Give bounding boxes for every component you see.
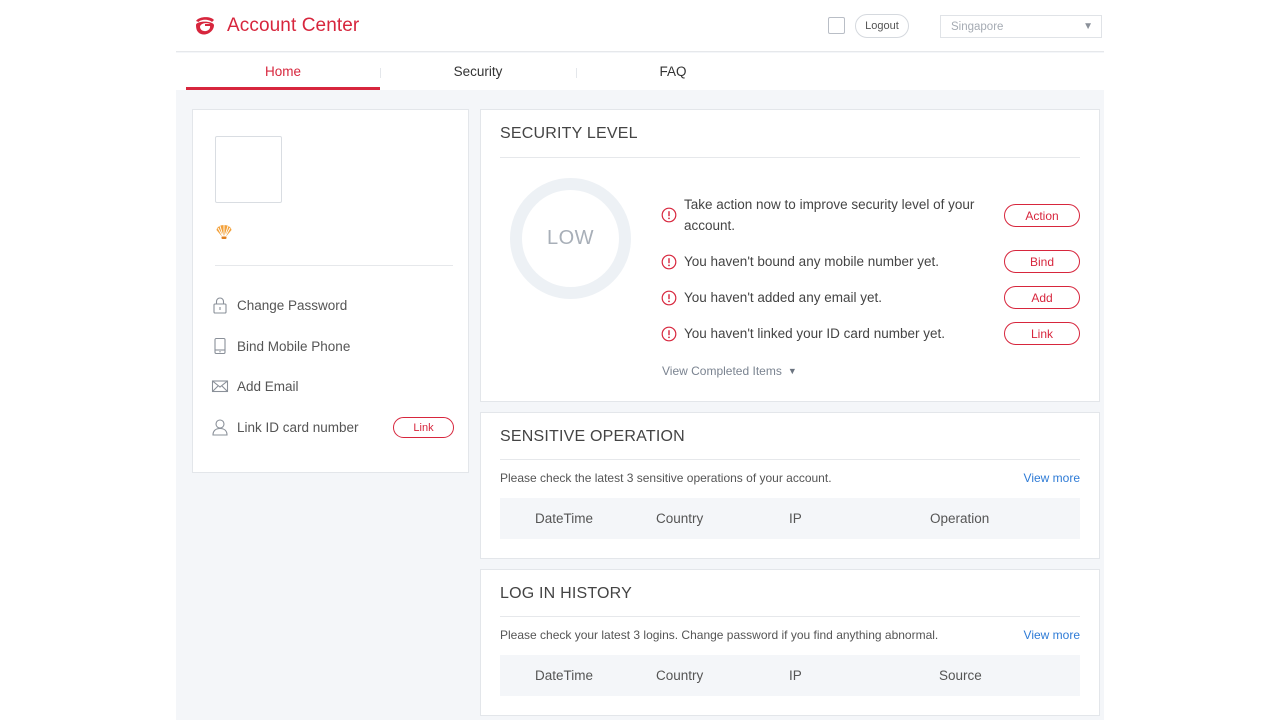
column-header: DateTime [535,668,594,683]
divider [215,265,453,266]
security-item: You haven't linked your ID card number y… [661,322,1081,346]
view-more-link[interactable]: View more [1024,628,1080,642]
column-header: IP [789,668,802,683]
sidebar-item-label: Change Password [237,297,348,313]
user-icon [212,419,228,436]
mobile-phone-icon [214,337,226,355]
profile-card: Change Password Bind Mobile Phone Add Em… [192,109,469,473]
column-header: Country [656,511,704,526]
action-button[interactable]: Action [1004,204,1080,227]
security-item: You haven't added any email yet. Add [661,286,1081,310]
divider [500,157,1080,158]
security-item-text: You haven't linked your ID card number y… [684,326,945,341]
column-header: DateTime [535,511,594,526]
column-header: Source [939,668,982,683]
security-item: You haven't bound any mobile number yet.… [661,250,1081,274]
avatar[interactable] [215,136,282,203]
warning-icon [661,290,677,306]
main-nav: Home Security FAQ [176,53,1104,90]
security-item-text: Take action now to improve security leve… [684,197,975,233]
security-item-text: You haven't bound any mobile number yet. [684,254,940,269]
security-item: Take action now to improve security leve… [661,194,1081,238]
view-completed-label: View Completed Items [662,364,782,378]
section-subtitle: Please check your latest 3 logins. Chang… [500,628,939,642]
divider [500,616,1080,617]
sidebar-item-link-id-card[interactable]: Link ID card number [211,416,359,438]
sidebar-item-label: Bind Mobile Phone [237,338,351,354]
link-id-button[interactable]: Link [393,417,454,438]
column-header: Operation [930,511,990,526]
add-button[interactable]: Add [1004,286,1080,309]
login-history-card: LOG IN HISTORY Please check your latest … [480,569,1100,716]
warning-icon [661,326,677,342]
section-title: LOG IN HISTORY [500,585,633,602]
envelope-icon [211,380,229,393]
brand-title: Account Center [227,15,360,36]
table-header: DateTime Country IP Source [500,655,1080,696]
security-level-gauge: LOW [510,178,631,299]
shell-icon [216,225,232,240]
section-title: SENSITIVE OPERATION [500,428,685,445]
view-completed-items-toggle[interactable]: View Completed Items ▼ [662,364,797,378]
column-header: Country [656,668,704,683]
sidebar-item-add-email[interactable]: Add Email [211,375,299,397]
top-header: Account Center Logout Singapore ▼ [176,0,1104,52]
garena-logo-icon [190,11,220,41]
bind-button[interactable]: Bind [1004,250,1080,273]
tab-faq[interactable]: FAQ [576,53,770,90]
lock-icon [213,297,227,314]
caret-down-icon: ▼ [787,366,797,376]
sensitive-operation-card: SENSITIVE OPERATION Please check the lat… [480,412,1100,559]
chevron-down-icon: ▼ [1083,21,1093,32]
tab-home[interactable]: Home [186,53,380,90]
sidebar-item-change-password[interactable]: Change Password [211,294,347,316]
region-value: Singapore [951,20,1004,33]
divider [500,459,1080,460]
sidebar-item-label: Add Email [237,378,299,394]
tab-security[interactable]: Security [381,53,575,90]
security-item-text: You haven't added any email yet. [684,290,882,305]
view-more-link[interactable]: View more [1024,471,1080,485]
section-subtitle: Please check the latest 3 sensitive oper… [500,471,832,485]
table-header: DateTime Country IP Operation [500,498,1080,539]
header-checkbox[interactable] [828,17,845,34]
brand[interactable]: Account Center [190,11,359,41]
sidebar-item-bind-mobile-phone[interactable]: Bind Mobile Phone [211,335,350,357]
sidebar-item-label: Link ID card number [237,419,359,435]
logout-button[interactable]: Logout [855,14,909,38]
region-select[interactable]: Singapore ▼ [940,15,1102,38]
security-level-card: SECURITY LEVEL LOW Take action now to im… [480,109,1100,402]
warning-icon [661,207,677,223]
section-title: SECURITY LEVEL [500,125,638,142]
column-header: IP [789,511,802,526]
security-level-value: LOW [546,227,595,249]
warning-icon [661,254,677,270]
link-button[interactable]: Link [1004,322,1080,345]
